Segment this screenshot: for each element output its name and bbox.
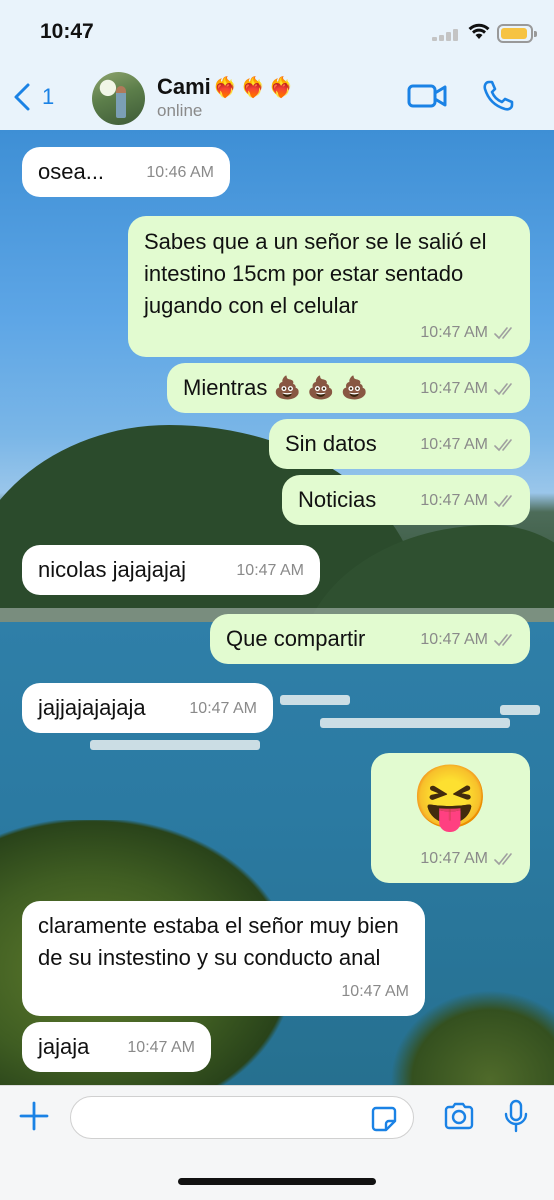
message-time: 10:47 AM (420, 317, 516, 349)
status-time: 10:47 (40, 20, 94, 43)
battery-icon (497, 24, 537, 43)
chat-header: 10:47 1 Cami ❤️‍🔥❤️‍🔥❤️‍🔥 online (0, 0, 554, 130)
message-incoming[interactable]: claramente estaba el señor muy bien de s… (22, 901, 425, 1016)
message-outgoing[interactable]: 😝 10:47 AM (371, 753, 530, 883)
contact-name-emojis: ❤️‍🔥❤️‍🔥❤️‍🔥 (212, 77, 297, 99)
back-chevron-icon (14, 83, 30, 111)
contact-name-text: Cami (157, 74, 211, 99)
message-outgoing[interactable]: Mientras 💩 💩 💩 10:47 AM (167, 363, 530, 413)
message-outgoing[interactable]: Sin datos 10:47 AM (269, 419, 530, 469)
read-receipt-icon (494, 853, 512, 866)
message-time: 10:47 AM (189, 700, 257, 717)
contact-avatar[interactable] (92, 72, 145, 125)
message-time: 10:47 AM (420, 373, 516, 405)
cellular-signal-icon (432, 29, 462, 41)
contact-status: online (157, 101, 203, 120)
camera-icon[interactable] (443, 1102, 475, 1130)
message-time: 10:47 AM (420, 843, 516, 875)
contact-name[interactable]: Cami ❤️‍🔥❤️‍🔥❤️‍🔥 (157, 74, 297, 100)
message-time: 10:47 AM (341, 983, 409, 1000)
message-incoming[interactable]: nicolas jajajajaj 10:47 AM (22, 545, 320, 595)
message-time: 10:47 AM (420, 429, 516, 461)
message-time: 10:47 AM (236, 562, 304, 579)
read-receipt-icon (494, 634, 512, 647)
message-time: 10:47 AM (420, 624, 516, 656)
read-receipt-icon (494, 383, 512, 396)
wifi-icon (468, 23, 490, 39)
message-input[interactable] (70, 1096, 414, 1139)
read-receipt-icon (494, 327, 512, 340)
message-incoming[interactable]: osea... 10:46 AM (22, 147, 230, 197)
sticker-icon[interactable] (371, 1106, 397, 1132)
message-time: 10:47 AM (420, 485, 516, 517)
read-receipt-icon (494, 495, 512, 508)
message-outgoing[interactable]: Que compartir 10:47 AM (210, 614, 530, 664)
back-button[interactable]: 1 (12, 80, 54, 114)
message-outgoing[interactable]: Noticias 10:47 AM (282, 475, 530, 525)
phone-icon[interactable] (481, 79, 515, 113)
home-indicator[interactable] (178, 1178, 376, 1185)
read-receipt-icon (494, 439, 512, 452)
message-text: Sabes que a un señor se le salió el inte… (144, 229, 487, 318)
message-incoming[interactable]: jajaja 10:47 AM (22, 1022, 211, 1072)
microphone-icon[interactable] (503, 1099, 529, 1133)
message-incoming[interactable]: jajjajajajaja 10:47 AM (22, 683, 273, 733)
video-call-icon[interactable] (407, 82, 447, 110)
message-emoji: 😝 (411, 763, 490, 832)
message-text: claramente estaba el señor muy bien de s… (38, 913, 399, 970)
unread-count: 1 (42, 84, 55, 109)
message-time: 10:47 AM (127, 1039, 195, 1056)
message-outgoing[interactable]: Sabes que a un señor se le salió el inte… (128, 216, 530, 357)
plus-icon[interactable] (18, 1100, 50, 1132)
message-time: 10:46 AM (146, 164, 214, 181)
